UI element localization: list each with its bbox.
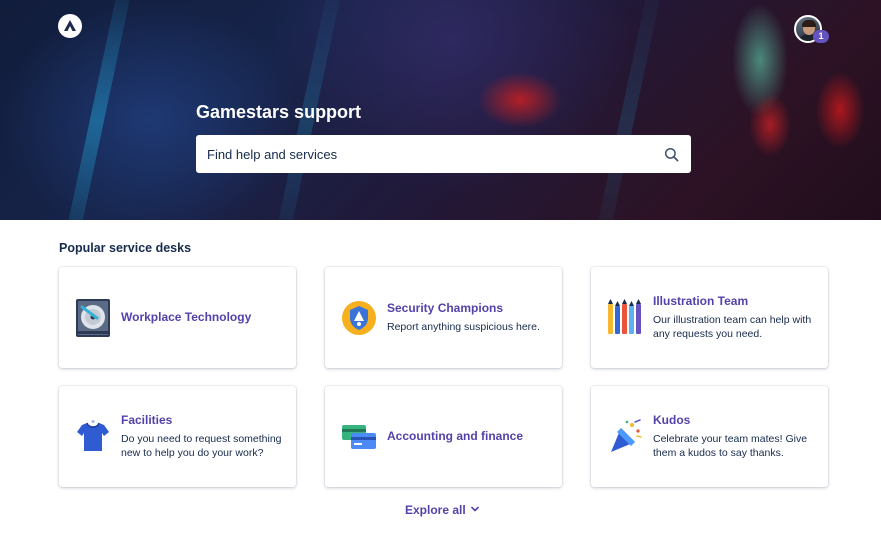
credit-cards-icon [341, 417, 377, 457]
chevron-down-icon [470, 503, 480, 517]
service-desk-card-workplace-technology[interactable]: Workplace Technology [59, 267, 296, 368]
party-popper-icon [607, 417, 643, 457]
avatar-hair [802, 20, 816, 27]
search-bar[interactable] [196, 135, 691, 173]
service-desk-title[interactable]: Facilities [121, 413, 282, 428]
service-desk-description: Celebrate your team mates! Give them a k… [653, 433, 808, 459]
tshirt-icon [75, 417, 111, 457]
service-desk-card-facilities[interactable]: Facilities Do you need to request someth… [59, 386, 296, 487]
service-desk-title[interactable]: Workplace Technology [121, 310, 251, 325]
service-desk-card-illustration-team[interactable]: Illustration Team Our illustration team … [591, 267, 828, 368]
service-desk-title[interactable]: Illustration Team [653, 294, 814, 309]
service-desk-title[interactable]: Accounting and finance [387, 429, 523, 444]
hero-overlay [0, 0, 881, 220]
service-desk-description: Our illustration team can help with any … [653, 314, 812, 340]
atlassian-logo-icon[interactable] [58, 14, 82, 38]
explore-all-label: Explore all [405, 503, 466, 517]
service-desk-title[interactable]: Security Champions [387, 301, 540, 316]
service-desk-title[interactable]: Kudos [653, 413, 814, 428]
explore-all-button[interactable]: Explore all [405, 503, 480, 517]
search-icon[interactable] [663, 146, 679, 162]
service-desk-description: Report anything suspicious here. [387, 320, 540, 333]
notification-badge: 1 [813, 30, 829, 43]
section-title: Popular service desks [59, 241, 192, 255]
hard-drive-icon [75, 298, 111, 338]
service-desk-card-security-champions[interactable]: Security Champions Report anything suspi… [325, 267, 562, 368]
service-desk-description: Do you need to request something new to … [121, 433, 282, 459]
pens-icon [607, 298, 643, 338]
service-desk-card-accounting-and-finance[interactable]: Accounting and finance [325, 386, 562, 487]
security-badge-icon [341, 298, 377, 338]
service-desk-card-kudos[interactable]: Kudos Celebrate your team mates! Give th… [591, 386, 828, 487]
search-input[interactable] [207, 146, 663, 162]
page-title: Gamestars support [196, 102, 362, 122]
hero-banner [0, 0, 881, 220]
